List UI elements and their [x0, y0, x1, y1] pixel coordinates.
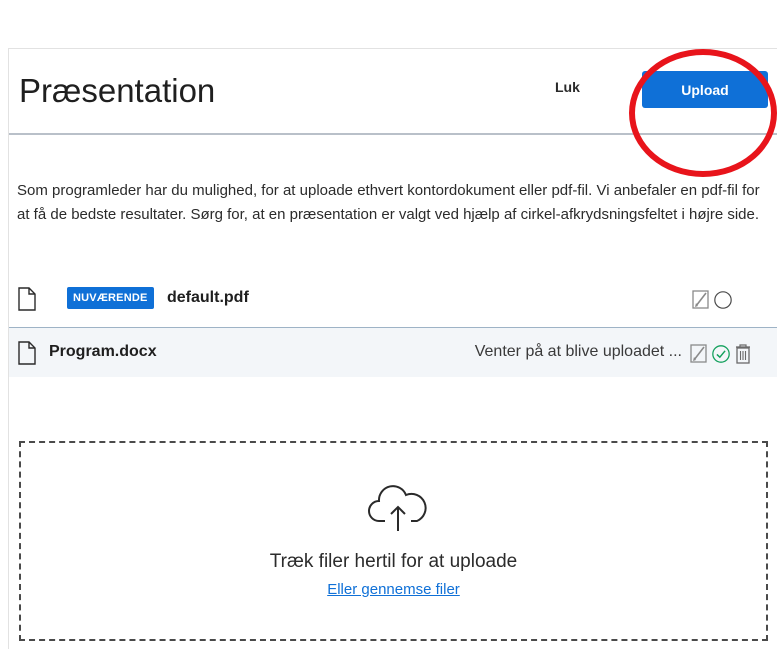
trash-icon[interactable] [733, 343, 753, 365]
presentation-panel: Præsentation Luk Upload Som programleder… [8, 48, 777, 649]
description-text: Som programleder har du mulighed, for at… [17, 182, 760, 223]
edit-disabled-icon[interactable] [691, 289, 711, 311]
close-button[interactable]: Luk [555, 79, 580, 95]
file-row-default: NUVÆRENDE default.pdf [9, 277, 777, 321]
file-name: default.pdf [167, 289, 249, 306]
radio-unselected-icon[interactable] [713, 289, 733, 311]
document-icon [18, 341, 36, 365]
browse-files-link[interactable]: Eller gennemse filer [21, 581, 766, 598]
upload-button[interactable]: Upload [642, 71, 768, 108]
document-icon [18, 287, 36, 311]
check-circle-icon[interactable] [711, 343, 731, 365]
current-badge: NUVÆRENDE [67, 287, 154, 309]
edit-disabled-icon[interactable] [689, 343, 709, 365]
file-name: Program.docx [49, 343, 157, 360]
panel-header: Præsentation Luk Upload [9, 49, 777, 135]
file-row-program: Program.docx Venter på at blive uploadet… [9, 327, 777, 377]
page-title: Præsentation [19, 72, 216, 109]
upload-status: Venter på at blive uploadet ... [474, 343, 682, 360]
dropzone-text: Træk filer hertil for at uploade [269, 551, 518, 572]
file-dropzone[interactable]: Træk filer hertil for at uploade Eller g… [19, 441, 768, 641]
cloud-upload-icon [368, 485, 427, 531]
